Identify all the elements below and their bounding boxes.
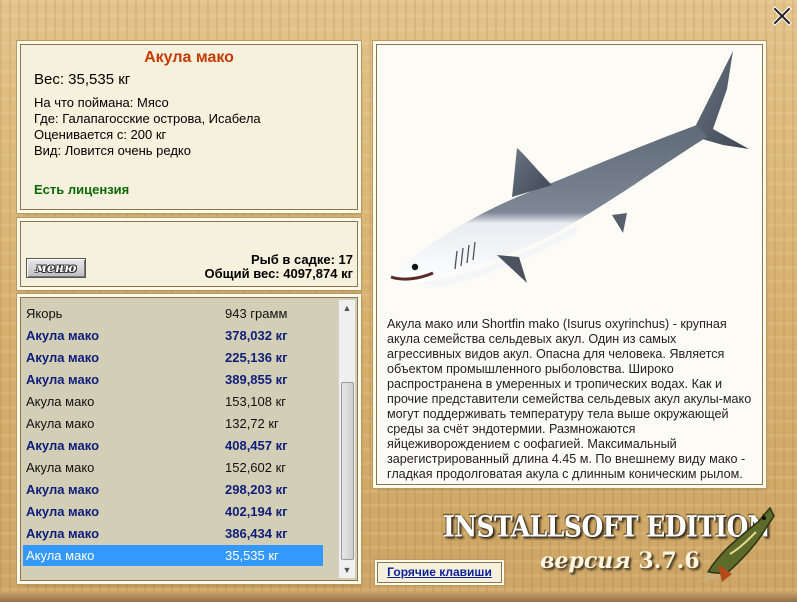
list-item-weight: 153,108 кг bbox=[225, 394, 287, 409]
location-info: Где: Галапагосские острова, Исабела bbox=[34, 111, 261, 126]
version-word: версия bbox=[540, 548, 631, 574]
list-item-weight: 389,855 кг bbox=[225, 372, 288, 387]
scroll-down-icon[interactable]: ▼ bbox=[339, 562, 355, 578]
bottom-strip bbox=[0, 592, 797, 602]
stats-panel: меню Рыб в садке: 17 Общий вес: 4097,874… bbox=[20, 221, 358, 287]
scrollbar-thumb[interactable] bbox=[341, 382, 354, 560]
fish-count: Рыб в садке: 17 bbox=[250, 252, 353, 267]
list-item[interactable]: Акула мако 132,72 кг bbox=[23, 413, 323, 434]
list-item-name: Акула мако bbox=[26, 328, 100, 343]
rarity-info: Вид: Ловится очень редко bbox=[34, 143, 191, 158]
list-item[interactable]: Якорь 943 грамм bbox=[23, 303, 323, 324]
fish-info-panel: Акула мако Вес: 35,535 кг На что поймана… bbox=[20, 44, 358, 210]
list-item[interactable]: Акула мако 408,457 кг bbox=[23, 435, 323, 456]
list-item-weight: 402,194 кг bbox=[225, 504, 288, 519]
list-item-name: Акула мако bbox=[26, 372, 100, 387]
list-item-weight: 378,032 кг bbox=[225, 328, 288, 343]
list-item-name: Акула мако bbox=[26, 350, 100, 365]
list-item-name: Акула мако bbox=[26, 438, 100, 453]
bait-info: На что поймана: Мясо bbox=[34, 95, 169, 110]
catch-list[interactable]: Якорь 943 грамм Акула мако 378,032 кг Акула … bbox=[23, 300, 339, 578]
list-item[interactable]: Акула мако 389,855 кг bbox=[23, 369, 323, 390]
list-item-weight: 386,434 кг bbox=[225, 526, 288, 541]
list-item-weight: 152,602 кг bbox=[225, 460, 287, 475]
pike-logo bbox=[702, 506, 775, 582]
fish-description: Акула мако или Shortfin mako (Isurus oxy… bbox=[387, 317, 752, 481]
version-number: 3.7.6 bbox=[638, 548, 700, 574]
fish-description-panel: Акула мако или Shortfin mako (Isurus oxy… bbox=[376, 44, 763, 485]
list-item-weight: 35,535 кг bbox=[225, 548, 279, 563]
catch-list-panel: Якорь 943 грамм Акула мако 378,032 кг Акула … bbox=[20, 297, 358, 581]
list-item-name: Акула мако bbox=[26, 548, 95, 563]
fish-name-title: Акула мако bbox=[144, 49, 234, 66]
close-icon[interactable] bbox=[771, 6, 793, 26]
list-item-name: Акула мако bbox=[26, 394, 95, 409]
list-item[interactable]: Акула мако 386,434 кг bbox=[23, 523, 323, 544]
list-item[interactable]: Акула мако 35,535 кг bbox=[23, 545, 323, 566]
list-item-weight: 132,72 кг bbox=[225, 416, 279, 431]
list-item[interactable]: Акула мако 153,108 кг bbox=[23, 391, 323, 412]
license-status: Есть лицензия bbox=[34, 182, 130, 197]
list-item-name: Акула мако bbox=[26, 526, 100, 541]
list-item[interactable]: Акула мако 378,032 кг bbox=[23, 325, 323, 346]
scroll-up-icon[interactable]: ▲ bbox=[339, 300, 355, 316]
list-item-weight: 408,457 кг bbox=[225, 438, 288, 453]
list-item[interactable]: Акула мако 402,194 кг bbox=[23, 501, 323, 522]
fish-weight: Вес: 35,535 кг bbox=[34, 71, 131, 88]
menu-button[interactable]: меню bbox=[26, 258, 86, 278]
list-item-name: Акула мако bbox=[26, 416, 95, 431]
mako-shark-image bbox=[389, 51, 749, 287]
version-label: версия 3.7.6 bbox=[540, 548, 700, 574]
total-weight: Общий вес: 4097,874 кг bbox=[204, 266, 353, 281]
list-item[interactable]: Акула мако 225,136 кг bbox=[23, 347, 323, 368]
list-item[interactable]: Акула мако 298,203 кг bbox=[23, 479, 323, 500]
list-item[interactable]: Акула мако 152,602 кг bbox=[23, 457, 323, 478]
list-item-name: Акула мако bbox=[26, 460, 95, 475]
list-item-name: Акула мако bbox=[26, 504, 100, 519]
hotkeys-link[interactable]: Горячие клавиши bbox=[377, 562, 502, 583]
price-info: Оценивается с: 200 кг bbox=[34, 127, 167, 142]
list-item-name: Акула мако bbox=[26, 482, 100, 497]
list-item-name: Якорь bbox=[26, 306, 63, 321]
scrollbar[interactable]: ▲ ▼ bbox=[338, 300, 355, 578]
list-item-weight: 943 грамм bbox=[225, 306, 288, 321]
list-item-weight: 225,136 кг bbox=[225, 350, 288, 365]
list-item-weight: 298,203 кг bbox=[225, 482, 288, 497]
